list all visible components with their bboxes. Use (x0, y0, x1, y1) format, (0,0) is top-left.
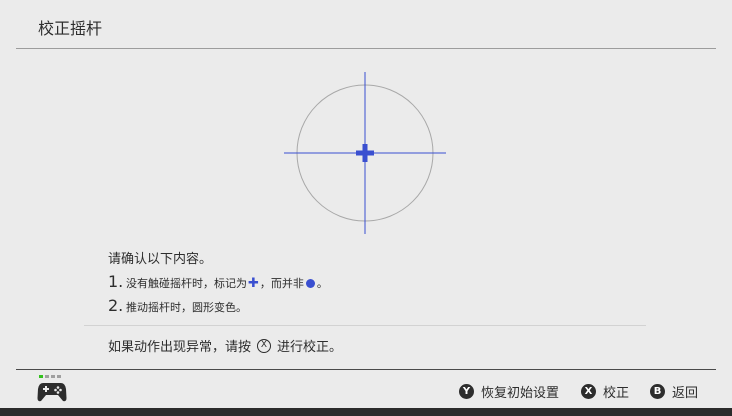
stick-calibration-crosshair-icon (284, 72, 446, 234)
page-title: 校正摇杆 (38, 19, 103, 38)
back-button[interactable]: B 返回 (650, 382, 698, 401)
header-divider (16, 48, 716, 49)
bottom-edge-strip (0, 408, 732, 416)
footer-divider (16, 369, 716, 370)
instruction-item-1: 1. 没有触碰摇杆时，标记为 ✚ ，而并非 。 (108, 272, 328, 291)
back-label: 返回 (672, 386, 699, 401)
instruction-item-2: 2. 推动摇杆时，圆形变色。 (108, 296, 247, 315)
blue-plus-marker-icon: ✚ (248, 276, 259, 291)
instruction-number: 1. (108, 272, 124, 291)
gamepad-icon (37, 375, 67, 402)
player-led-3 (51, 375, 55, 378)
confirm-heading: 请确认以下内容。 (108, 252, 213, 267)
abnormal-text-after: 进行校正。 (277, 340, 343, 355)
gamepad-body (37, 383, 67, 402)
instruction-text-mid: ，而并非 (259, 277, 304, 290)
calibrate-label: 校正 (603, 386, 630, 401)
player-led-2 (45, 375, 49, 378)
calibrate-button[interactable]: X 校正 (581, 382, 629, 401)
instruction-number: 2. (108, 296, 124, 315)
abnormal-hint: 如果动作出现异常，请按 X 进行校正。 (108, 336, 342, 355)
reset-defaults-label: 恢复初始设置 (481, 386, 560, 401)
b-button-icon: B (650, 384, 665, 399)
x-button-icon: X (581, 384, 596, 399)
instruction-text: 推动摇杆时，圆形变色。 (126, 301, 247, 314)
reset-defaults-button[interactable]: Y 恢复初始设置 (459, 382, 559, 401)
instructions-divider (84, 325, 646, 326)
blue-dot-marker-icon (305, 279, 315, 288)
abnormal-text-before: 如果动作出现异常，请按 (108, 340, 252, 355)
x-button-inline-icon: X (257, 338, 272, 353)
player-led-4 (57, 375, 61, 378)
instruction-text-before: 没有触碰摇杆时，标记为 (126, 277, 247, 290)
y-button-icon: Y (459, 384, 474, 399)
stick-position-plus-h (356, 150, 374, 156)
instruction-text-after: 。 (316, 277, 328, 290)
player-led-1 (39, 375, 43, 378)
